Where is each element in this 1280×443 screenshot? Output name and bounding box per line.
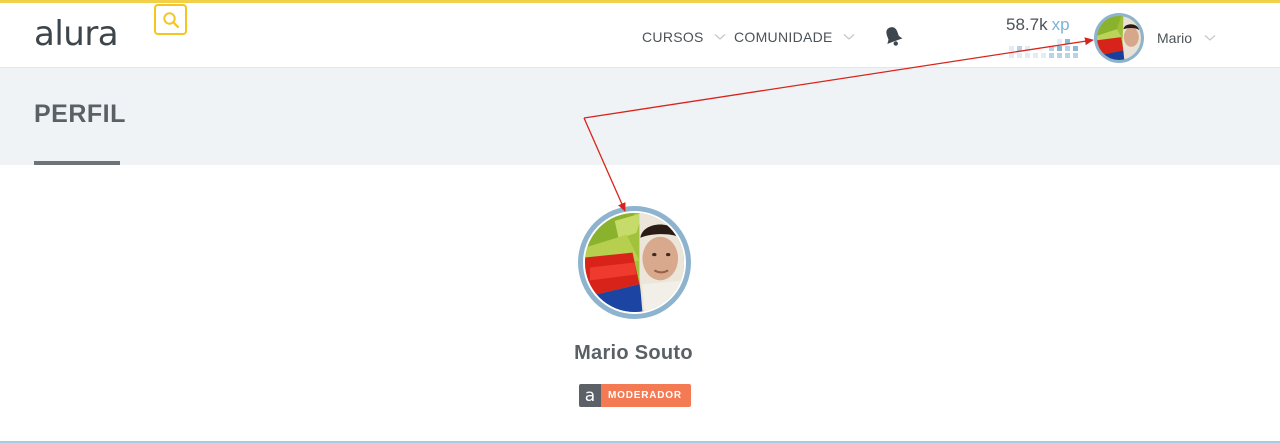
xp-unit: xp [1051,15,1070,34]
top-navbar: alura CURSOS COMUNIDADE 58.7k xp Mario [0,3,1280,68]
page-title: PERFIL [34,100,126,128]
role-badge: a MODERADOR [579,384,691,407]
nav-comunidade[interactable]: COMUNIDADE [734,27,855,47]
search-icon [163,12,180,29]
xp-number: 58.7k [1006,15,1048,34]
profile-avatar [578,206,691,319]
user-avatar[interactable] [1094,13,1144,63]
role-badge-label: MODERADOR [601,384,691,407]
alura-a-icon: a [579,384,601,407]
search-button[interactable] [154,4,187,35]
chevron-down-icon [843,34,855,40]
xp-activity-graph [1009,39,1078,58]
user-menu[interactable]: Mario [1157,30,1216,46]
avatar-photo [1097,16,1141,60]
avatar-photo [583,211,686,314]
page-header-banner: PERFIL [0,68,1280,165]
nav-cursos[interactable]: CURSOS [642,27,726,47]
profile-name: Mario Souto [574,342,693,364]
active-tab-indicator [34,161,120,165]
alura-logo[interactable]: alura [34,13,119,55]
chevron-down-icon [1204,35,1216,41]
chevron-down-icon [714,34,726,40]
nav-comunidade-label: COMUNIDADE [734,29,833,45]
user-name-label: Mario [1157,30,1193,46]
xp-value: 58.7k xp [1006,15,1070,35]
nav-cursos-label: CURSOS [642,29,704,45]
bell-icon[interactable] [881,24,905,48]
xp-indicator[interactable]: 58.7k xp [1006,15,1078,58]
